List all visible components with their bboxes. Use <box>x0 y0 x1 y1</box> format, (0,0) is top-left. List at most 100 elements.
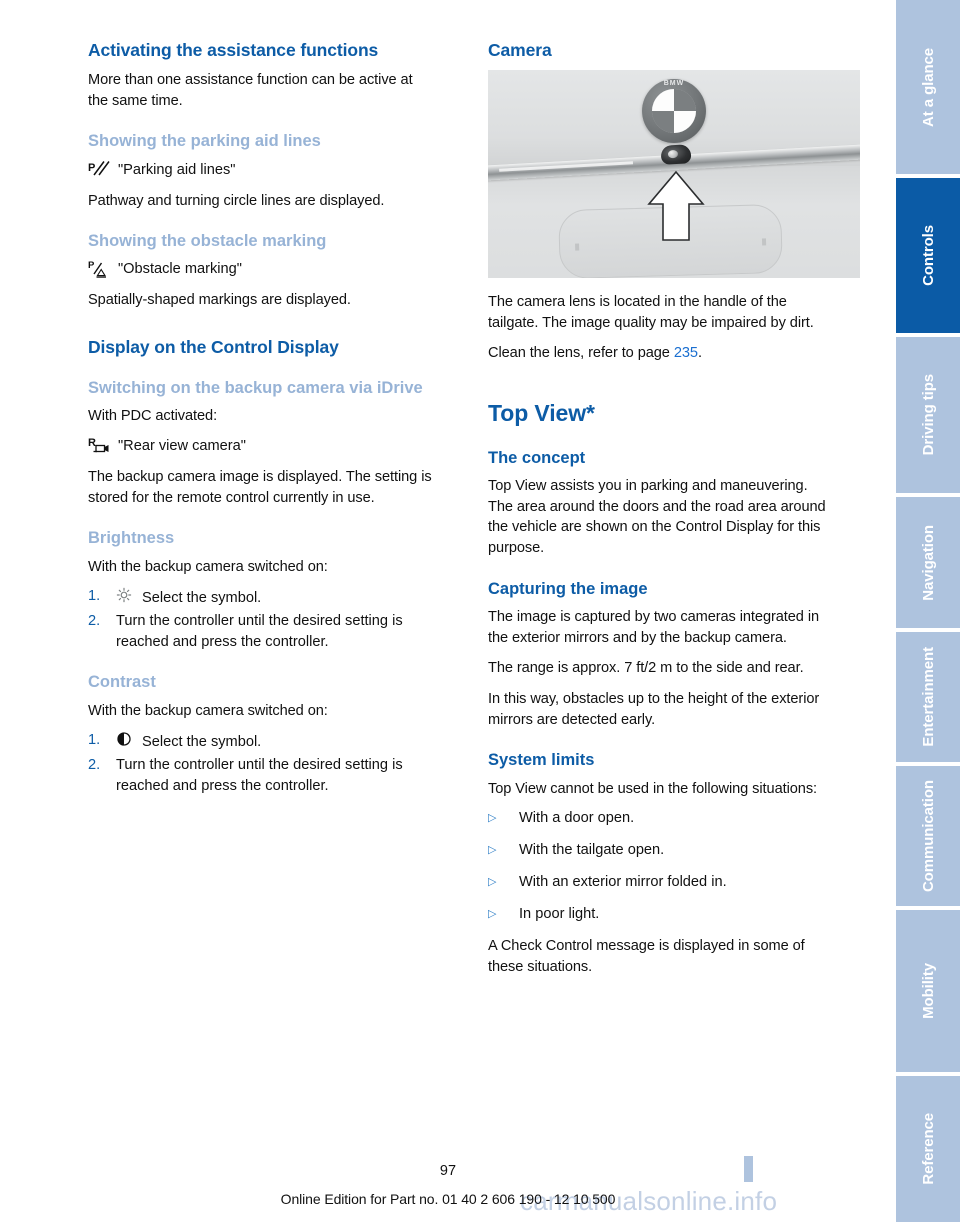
step-text-with-icon: Select the symbol. <box>116 586 433 609</box>
step-label: Select the symbol. <box>142 734 262 751</box>
svg-text:R: R <box>88 437 96 449</box>
tab-label: Mobility <box>919 963 937 1019</box>
system-limits-list: ▷ With a door open. ▷ With the tailgate … <box>488 808 833 925</box>
paragraph-backup-camera-image: The backup camera image is displayed. Th… <box>88 468 432 506</box>
triangle-bullet-icon: ▷ <box>488 812 497 825</box>
heading-camera: Camera <box>488 40 552 60</box>
clean-lens-text-post: . <box>697 345 702 362</box>
list-item-label: With the tailgate open. <box>519 842 665 859</box>
heading-showing-parking-aid-lines: Showing the parking aid lines <box>88 132 321 151</box>
bmw-roundel-logo: BMW <box>642 79 706 143</box>
page-edge-marker <box>744 1156 753 1182</box>
heading-brightness: Brightness <box>88 529 175 548</box>
step-number: 2. <box>88 612 101 629</box>
page-reference-link[interactable]: 235 <box>674 345 698 361</box>
tab-driving-tips[interactable]: Driving tips <box>896 337 960 493</box>
paragraph-camera-lens-location: The camera lens is located in the handle… <box>488 294 814 331</box>
tab-mobility[interactable]: Mobility <box>896 910 960 1072</box>
heading-display-on-control-display: Display on the Control Display <box>88 337 339 358</box>
handle-notch <box>761 238 766 247</box>
list-item: ▷ With the tailgate open. <box>488 840 833 861</box>
heading-top-view: Top View* <box>488 400 595 427</box>
paragraph-concept: Top View assists you in parking and mane… <box>488 477 826 557</box>
paragraph-clean-the-lens: Clean the lens, refer to page 235. <box>488 343 833 364</box>
tab-label: Communication <box>919 779 937 893</box>
list-item: 1. Select the symbol. <box>88 586 433 609</box>
list-item: 1. Select the symbol. <box>88 730 433 753</box>
svg-text:P: P <box>88 260 95 271</box>
triangle-bullet-icon: ▷ <box>488 876 497 889</box>
step-text-with-icon: Select the symbol. <box>116 730 433 753</box>
heading-capturing-the-image: Capturing the image <box>488 579 648 598</box>
list-item: ▷ With an exterior mirror folded in. <box>488 872 833 893</box>
paragraph-capturing-1: The image is captured by two cameras int… <box>488 608 820 646</box>
figure-camera-lens <box>660 144 692 165</box>
brightness-step-list: 1. Select the symbol. 2. Turn the contro… <box>88 586 433 652</box>
paragraph-check-control-message: A Check Control message is displayed in … <box>488 937 805 975</box>
step-label: Turn the controller until the desired se… <box>116 612 403 650</box>
svg-text:P: P <box>88 162 95 174</box>
list-item: ▷ In poor light. <box>488 904 833 925</box>
symbol-label-obstacle-marking: "Obstacle marking" <box>118 261 242 278</box>
paragraph-obstacle-marking: Spatially-shaped markings are displayed. <box>88 292 351 309</box>
step-number: 1. <box>88 732 101 749</box>
list-item-label: In poor light. <box>519 905 600 922</box>
figure-tailgate-camera: BMW <box>488 70 860 278</box>
list-item: 2. Turn the controller until the desired… <box>88 611 433 652</box>
heading-activating-assistance-functions: Activating the assistance functions <box>88 40 379 60</box>
contrast-step-list: 1. Select the symbol. 2. Turn the contro… <box>88 730 433 796</box>
footer-edition-line: Online Edition for Part no. 01 40 2 606 … <box>280 1191 616 1207</box>
paragraph-capturing-2: The range is approx. 7 ft/2 m to the sid… <box>488 660 804 677</box>
paragraph-capturing-3: In this way, obstacles up to the height … <box>488 691 820 728</box>
parking-aid-lines-symbol-icon: P <box>88 160 118 181</box>
page-number: 97 <box>439 1163 457 1179</box>
left-text-column: Activating the assistance functions More… <box>88 40 433 806</box>
tab-communication[interactable]: Communication <box>896 766 960 906</box>
list-item: 2. Turn the controller until the desired… <box>88 755 433 796</box>
rear-view-camera-symbol-icon: R <box>88 436 118 457</box>
paragraph-system-limits-intro: Top View cannot be used in the following… <box>488 780 818 797</box>
symbol-label-rear-view-camera: "Rear view camera" <box>118 437 246 454</box>
heading-showing-obstacle-marking: Showing the obstacle marking <box>88 232 327 251</box>
triangle-bullet-icon: ▷ <box>488 907 497 920</box>
tab-navigation[interactable]: Navigation <box>896 497 960 628</box>
roundel-text: BMW <box>663 80 685 87</box>
tab-at-a-glance[interactable]: At a glance <box>896 0 960 174</box>
list-item-label: With an exterior mirror folded in. <box>519 874 727 891</box>
right-text-column: Camera BMW The camera lens is located in… <box>488 40 860 987</box>
paragraph-parking-aid-lines: Pathway and turning circle lines are dis… <box>88 192 385 209</box>
handle-notch <box>575 244 580 252</box>
step-number: 1. <box>88 588 101 605</box>
list-item: ▷ With a door open. <box>488 808 833 829</box>
tab-label: At a glance <box>919 47 937 127</box>
heading-the-concept: The concept <box>488 448 586 467</box>
tab-label: Controls <box>919 225 937 286</box>
section-tab-strip: At a glance Controls Driving tips Naviga… <box>896 0 960 1222</box>
paragraph-brightness-intro: With the backup camera switched on: <box>88 558 328 575</box>
paragraph-pdc-activated: With PDC activated: <box>88 408 218 425</box>
obstacle-marking-symbol-icon: P <box>88 259 118 280</box>
symbol-line-rear-view-camera: R "Rear view camera" <box>88 436 433 457</box>
tab-label: Navigation <box>919 524 937 601</box>
tab-reference[interactable]: Reference <box>896 1076 960 1222</box>
tab-entertainment[interactable]: Entertainment <box>896 632 960 762</box>
heading-switching-backup-camera-idrive: Switching on the backup camera via iDriv… <box>88 379 423 398</box>
half-circle-contrast-icon <box>116 730 142 746</box>
heading-system-limits: System limits <box>488 751 595 770</box>
paragraph-activating: More than one assistance function can be… <box>88 72 413 109</box>
list-item-label: With a door open. <box>519 810 635 827</box>
sun-brightness-icon <box>116 586 142 603</box>
triangle-bullet-icon: ▷ <box>488 844 497 857</box>
tab-label: Reference <box>919 1113 937 1185</box>
tab-controls[interactable]: Controls <box>896 178 960 333</box>
paragraph-contrast-intro: With the backup camera switched on: <box>88 702 328 719</box>
step-number: 2. <box>88 756 101 773</box>
clean-lens-text-pre: Clean the lens, refer to page <box>488 345 674 362</box>
manual-page: Activating the assistance functions More… <box>0 0 960 1222</box>
symbol-label-parking-aid-lines: "Parking aid lines" <box>118 161 236 178</box>
heading-contrast: Contrast <box>88 673 156 692</box>
tab-label: Driving tips <box>919 374 937 456</box>
tab-label: Entertainment <box>919 647 937 747</box>
